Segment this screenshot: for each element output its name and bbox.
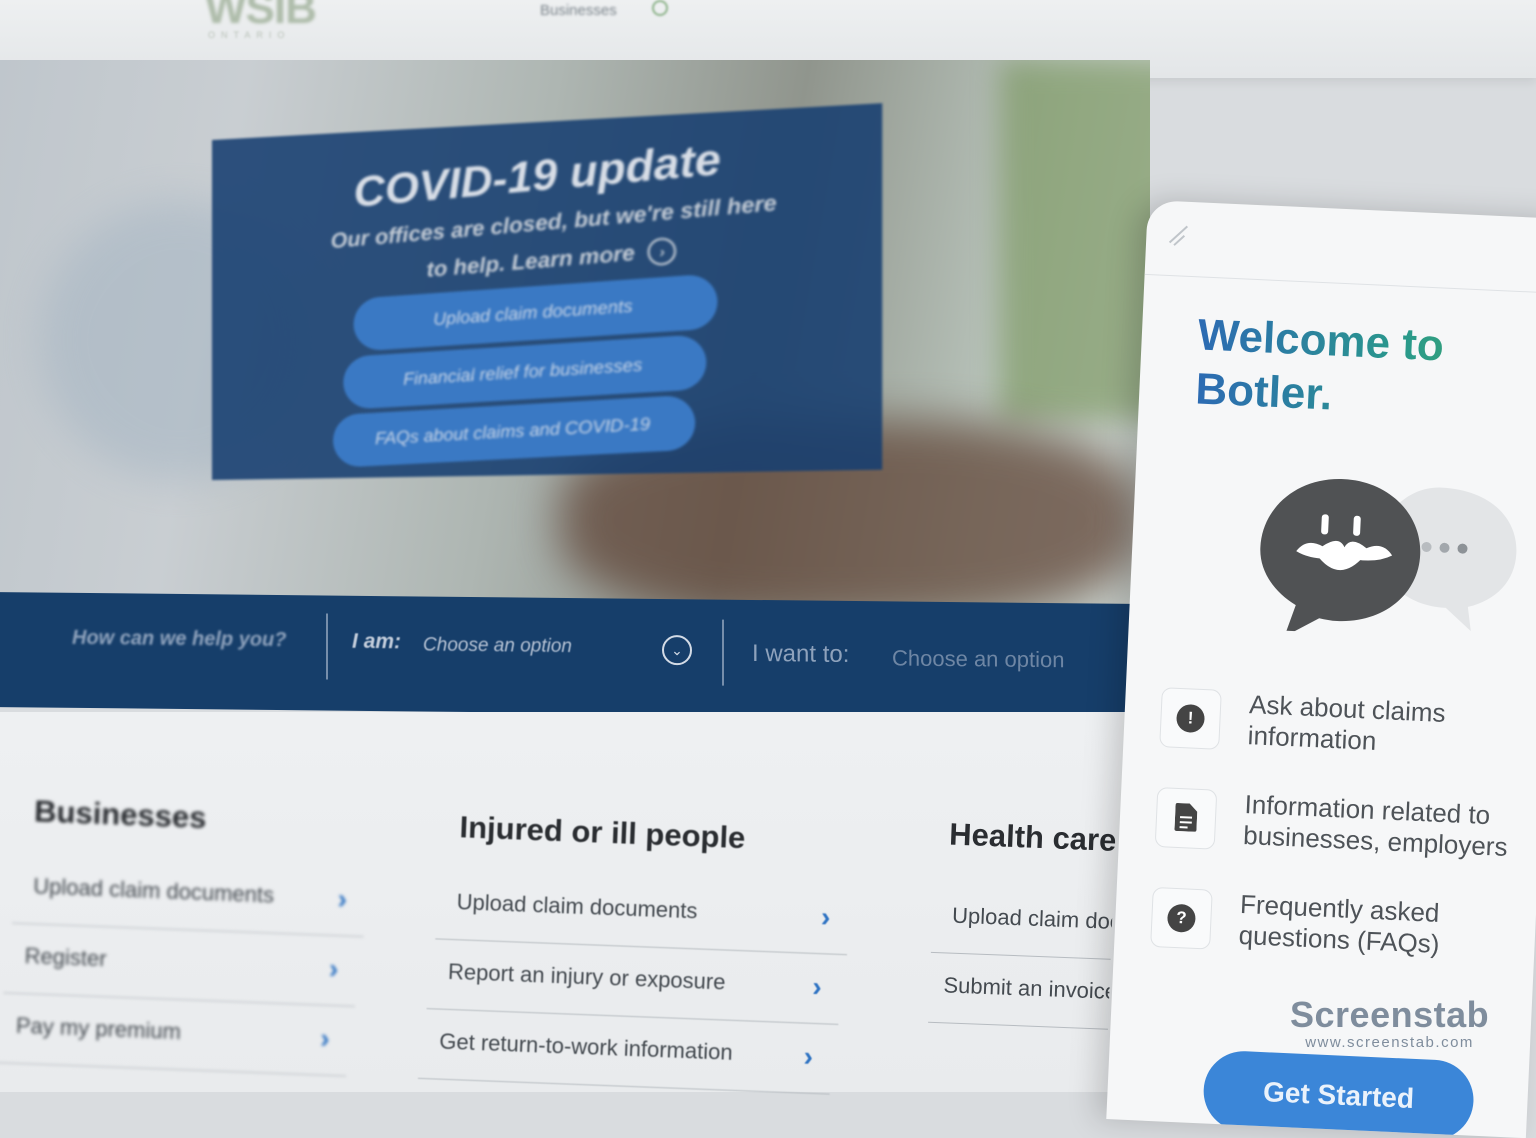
list-item[interactable]: Report an injury or exposure › [426, 948, 841, 1025]
list-item[interactable]: Upload claim documents › [11, 862, 366, 938]
i-want-label: I want to: [752, 639, 850, 668]
list-item[interactable]: Upload claim documents [930, 891, 1120, 963]
column-injured-people: Injured or ill people Upload claim docum… [415, 712, 869, 1109]
nav-item-businesses[interactable]: Businesses [540, 2, 617, 19]
chevron-right-icon: › [803, 1040, 814, 1072]
column-businesses: Businesses Upload claim documents › Regi… [0, 712, 380, 1106]
chevron-right-icon: › [337, 883, 348, 915]
link-label: Register [24, 943, 108, 972]
audience-links: Businesses Upload claim documents › Regi… [0, 712, 1140, 1095]
exclamation-icon: ! [1175, 703, 1206, 734]
watermark-url: www.screenstab.com [1305, 1034, 1474, 1051]
column-title: Health care [948, 816, 1118, 858]
site-logo[interactable]: WSIB [205, 0, 317, 34]
botler-welcome-title: Welcome to Botler. [1194, 308, 1499, 429]
divider [722, 619, 724, 686]
link-label: Upload claim documents [456, 889, 698, 924]
feature-icon-box: ? [1150, 886, 1213, 950]
column-health-care: Health care Upload claim documents Submi… [925, 712, 1120, 1099]
feature-faqs[interactable]: ? Frequently asked questions (FAQs) [1150, 886, 1536, 975]
feature-icon-box: ! [1159, 687, 1222, 750]
i-am-label: I am: [352, 629, 402, 654]
feature-claims-information[interactable]: ! Ask about claims information [1159, 687, 1536, 775]
feature-label: Ask about claims information [1247, 689, 1446, 760]
list-item[interactable]: Upload claim documents › [435, 878, 850, 956]
question-icon: ? [1166, 903, 1197, 933]
site-logo-subtitle: ONTARIO [208, 30, 291, 40]
i-want-select[interactable]: Choose an option [892, 645, 1064, 673]
link-label: Pay my premium [15, 1012, 182, 1045]
link-label: Upload claim documents [32, 873, 275, 908]
resize-handle-icon[interactable] [1168, 225, 1191, 248]
hero-photo-plant [1000, 60, 1150, 420]
covid-update-card: COVID-19 update Our offices are closed, … [212, 103, 883, 480]
screenstab-watermark: Screenstab www.screenstab.com [1290, 994, 1490, 1052]
get-started-button[interactable]: Get Started [1201, 1049, 1476, 1138]
i-am-select[interactable]: Choose an option [423, 635, 572, 659]
chevron-right-icon: › [811, 970, 823, 1003]
divider [326, 613, 328, 680]
feature-icon-box [1154, 787, 1218, 850]
chevron-right-circle-icon[interactable]: › [647, 237, 678, 267]
chevron-right-icon: › [820, 901, 832, 933]
list-item[interactable]: Pay my premium › [0, 1002, 349, 1077]
botler-header [1144, 200, 1536, 294]
column-title: Injured or ill people [458, 809, 747, 856]
link-label: Upload claim documents [951, 902, 1120, 937]
nav-check-icon [652, 0, 668, 16]
chevron-right-icon: › [319, 1022, 331, 1054]
column-title: Businesses [33, 793, 208, 835]
botler-mascot-icon [1260, 479, 1517, 637]
feature-label: Information related to businesses, emplo… [1243, 789, 1510, 863]
botler-welcome-text: Welcome to Botler. [1194, 310, 1445, 420]
list-item[interactable]: Register › [3, 932, 358, 1007]
link-label: Get return-to-work information [438, 1028, 734, 1065]
smiling-face-bubble-icon [1260, 479, 1421, 637]
list-item[interactable]: Submit an invoice [925, 961, 1120, 1032]
feature-label: Frequently asked questions (FAQs) [1238, 889, 1441, 960]
link-label: Submit an invoice [943, 972, 1118, 1004]
link-label: Report an injury or exposure [447, 958, 726, 995]
help-selector-bar: How can we help you? I am: Choose an opt… [0, 592, 1132, 719]
list-item[interactable]: Get return-to-work information › [417, 1017, 832, 1095]
help-question: How can we help you? [72, 626, 287, 652]
feature-business-information[interactable]: Information related to businesses, emplo… [1154, 787, 1536, 875]
document-icon [1174, 802, 1198, 832]
watermark-title: Screenstab [1290, 994, 1490, 1035]
chevron-down-icon[interactable]: ⌄ [662, 635, 692, 666]
chevron-right-icon: › [328, 952, 339, 985]
